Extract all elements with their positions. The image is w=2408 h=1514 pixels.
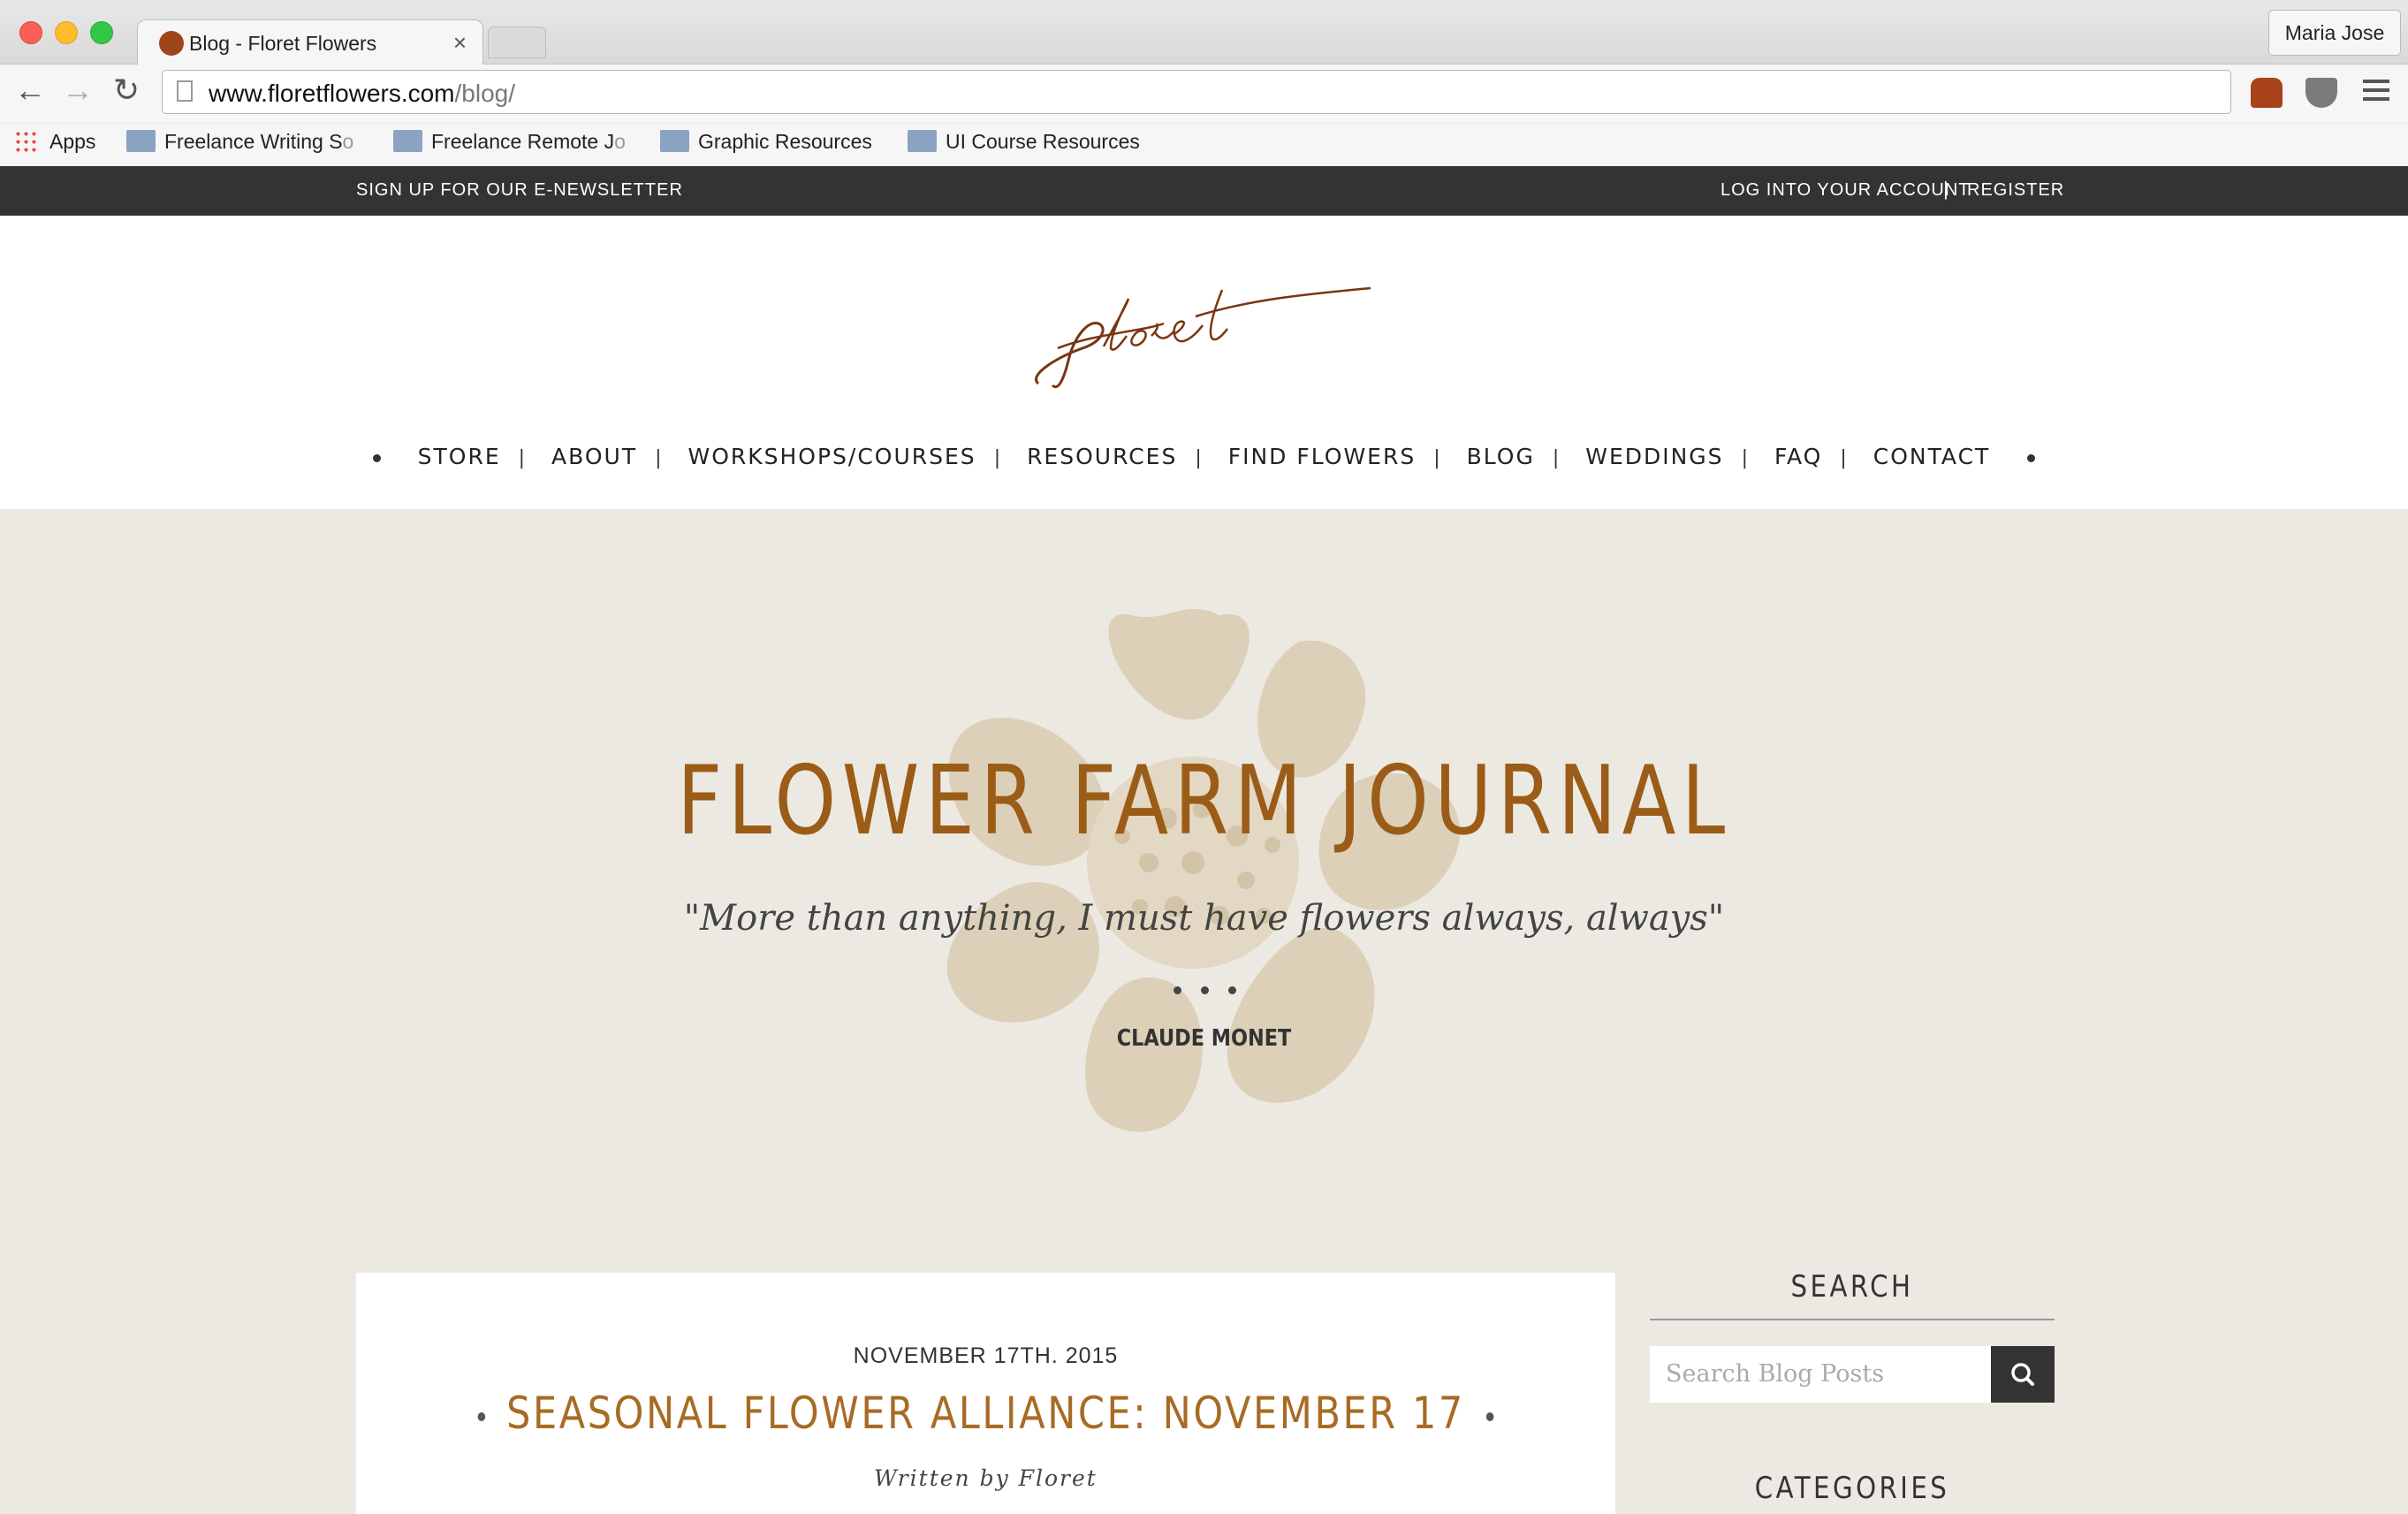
register-link[interactable]: REGISTER (1967, 180, 2064, 201)
extension-chair-icon[interactable] (2251, 78, 2283, 108)
hero-banner: FLOWER FARM JOURNAL "More than anything,… (0, 509, 2408, 1269)
bookmark-label-fade: o (342, 130, 354, 153)
nav-about[interactable]: ABOUT (551, 444, 637, 469)
title-bullet (477, 1411, 486, 1421)
bookmark-label: Freelance Writing S (164, 130, 343, 153)
folder-icon (660, 130, 689, 152)
browser-chrome: Blog - Floret Flowers × Maria Jose ← → ↻… (0, 0, 2408, 166)
site-topbar: SIGN UP FOR OUR E-NEWSLETTER LOG INTO YO… (0, 166, 2408, 216)
folder-icon (908, 130, 937, 152)
back-icon[interactable]: ← (14, 72, 46, 109)
newsletter-link[interactable]: SIGN UP FOR OUR E-NEWSLETTER (356, 180, 683, 201)
tab-close-icon[interactable]: × (453, 29, 467, 57)
nav-bullet (2027, 453, 2036, 462)
bookmark-apps[interactable]: Apps (14, 130, 95, 154)
nav-store[interactable]: STORE (418, 444, 501, 469)
nav-separator: | (655, 447, 662, 469)
hero-quote-author: CLAUDE MONET (1116, 1025, 1292, 1052)
nav-workshops[interactable]: WORKSHOPS/COURSES (687, 444, 976, 469)
new-tab-button[interactable] (488, 27, 546, 58)
blog-post-card: NOVEMBER 17TH. 2015 SEASONAL FLOWER ALLI… (356, 1273, 1615, 1514)
post-title-row: SEASONAL FLOWER ALLIANCE: NOVEMBER 17 (444, 1388, 1528, 1439)
hero-divider-dots (1174, 983, 1256, 999)
nav-separator: | (1433, 447, 1440, 469)
categories-heading: CATEGORIES (1754, 1471, 1950, 1506)
bookmarks-bar: Apps Freelance Writing So Freelance Remo… (0, 124, 2408, 166)
bookmark-label: UI Course Resources (946, 130, 1140, 153)
nav-contact[interactable]: CONTACT (1873, 444, 1991, 469)
sidebar-divider (1650, 1319, 2055, 1320)
favicon-icon (159, 31, 184, 56)
nav-separator: | (1840, 447, 1847, 469)
search-button[interactable] (1991, 1346, 2055, 1403)
browser-tab-active[interactable]: Blog - Floret Flowers × (137, 19, 483, 65)
bookmark-label: Graphic Resources (698, 130, 872, 153)
search-placeholder: Search Blog Posts (1666, 1360, 1885, 1388)
browser-toolbar: ← → ↻ www.floretflowers.com/blog/ (0, 65, 2408, 123)
reload-icon[interactable]: ↻ (113, 72, 140, 109)
nav-separator: | (1195, 447, 1202, 469)
title-bullet (1485, 1411, 1494, 1421)
profile-button[interactable]: Maria Jose (2268, 10, 2401, 56)
post-title[interactable]: SEASONAL FLOWER ALLIANCE: NOVEMBER 17 (506, 1388, 1465, 1439)
nav-separator: | (518, 447, 526, 469)
bookmark-label-fade: o (614, 130, 626, 153)
url-text[interactable]: www.floretflowers.com/blog/ (209, 80, 515, 108)
tab-title: Blog - Floret Flowers (189, 32, 377, 55)
nav-faq[interactable]: FAQ (1774, 444, 1822, 469)
bookmark-label: Freelance Remote J (431, 130, 615, 153)
main-nav: STORE | ABOUT | WORKSHOPS/COURSES | RESOURC… (0, 444, 2408, 469)
hero-title: FLOWER FARM JOURNAL (677, 746, 1731, 856)
login-link[interactable]: LOG INTO YOUR ACCOUNT (1721, 180, 1971, 201)
nav-separator: | (1552, 447, 1560, 469)
bookmark-ui-course[interactable]: UI Course Resources (908, 130, 1140, 154)
bookmark-freelance-writing[interactable]: Freelance Writing So (126, 130, 353, 154)
page-icon (177, 80, 193, 102)
floret-logo[interactable]: floret (1022, 272, 1394, 397)
topbar-separator: | (1943, 178, 1949, 200)
post-author: Written by Floret (874, 1465, 1098, 1491)
bookmark-freelance-remote[interactable]: Freelance Remote Jo (393, 130, 626, 154)
url-path: /blog/ (454, 80, 516, 107)
bookmark-label: Apps (49, 130, 96, 153)
apps-icon (14, 130, 37, 153)
flower-watermark (946, 608, 1461, 1132)
menu-icon[interactable] (2363, 80, 2389, 106)
post-date: NOVEMBER 17TH. 2015 (853, 1343, 1119, 1368)
site-header: floret STORE | ABOUT | WORKSHOPS/COURSES | … (0, 216, 2408, 509)
nav-resources[interactable]: RESOURCES (1027, 444, 1177, 469)
hero-quote: "More than anything, I must have flowers… (683, 898, 1725, 939)
nav-find-flowers[interactable]: FIND FLOWERS (1228, 444, 1417, 469)
search-input[interactable]: Search Blog Posts (1650, 1346, 1991, 1403)
search-icon (2011, 1363, 2034, 1386)
address-bar[interactable]: www.floretflowers.com/blog/ (162, 70, 2231, 114)
window-close-button[interactable] (19, 21, 42, 44)
folder-icon (393, 130, 422, 152)
title-bar: Blog - Floret Flowers × Maria Jose (0, 0, 2408, 65)
nav-separator: | (1741, 447, 1748, 469)
window-minimize-button[interactable] (55, 21, 78, 44)
folder-icon (126, 130, 156, 152)
nav-weddings[interactable]: WEDDINGS (1585, 444, 1723, 469)
nav-bullet (372, 453, 381, 462)
nav-blog[interactable]: BLOG (1467, 444, 1535, 469)
url-domain: www.floretflowers.com (209, 80, 455, 107)
window-maximize-button[interactable] (90, 21, 113, 44)
nav-separator: | (993, 447, 1001, 469)
pocket-icon[interactable] (2305, 78, 2337, 108)
bookmark-graphic-resources[interactable]: Graphic Resources (660, 130, 872, 154)
forward-icon[interactable]: → (62, 72, 94, 109)
search-heading: SEARCH (1790, 1269, 1914, 1305)
